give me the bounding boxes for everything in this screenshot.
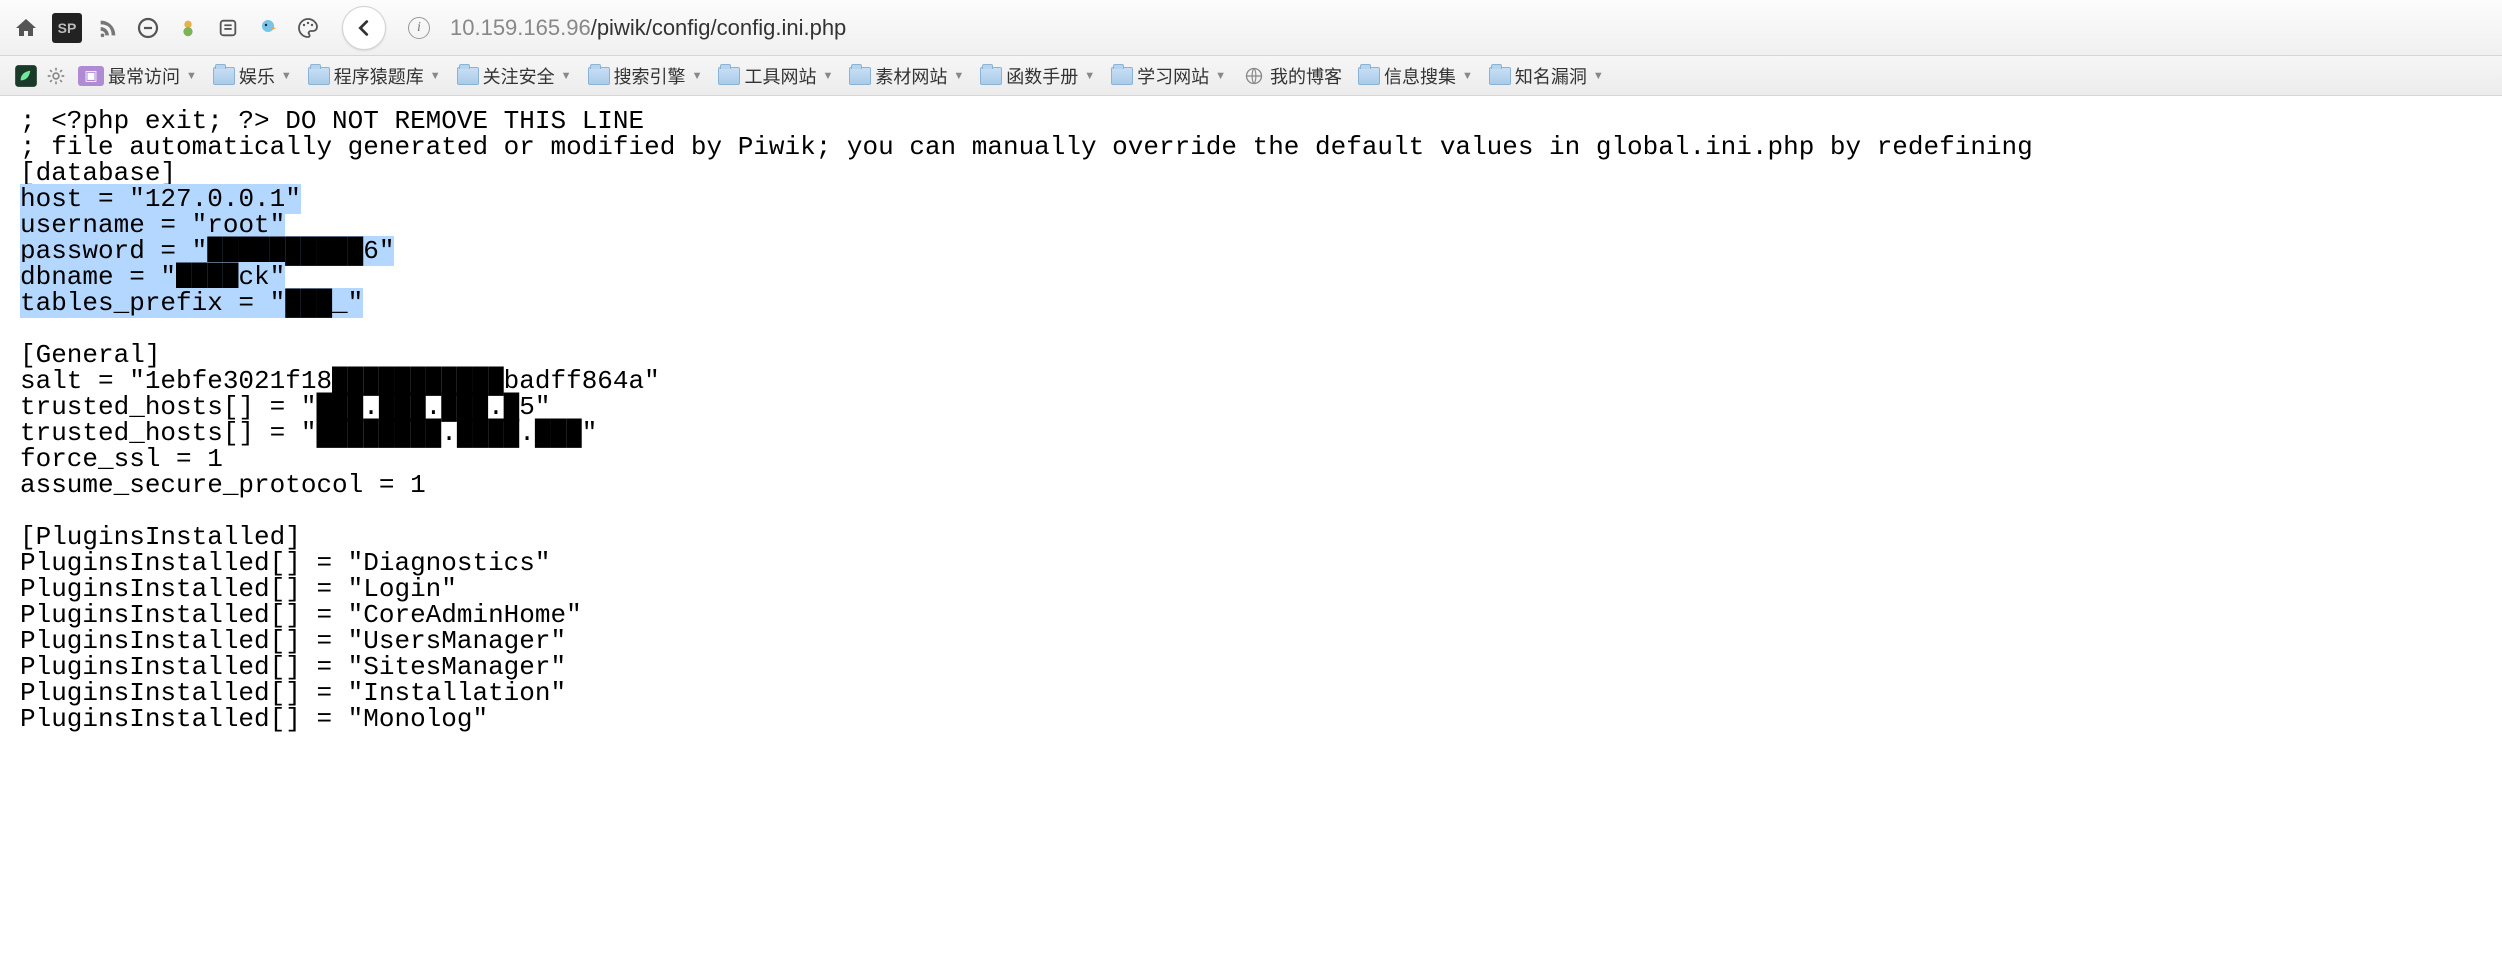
folder-icon xyxy=(588,67,610,85)
folder-icon xyxy=(1358,67,1380,85)
url-host: 10.159.165.96 xyxy=(450,15,591,40)
folder-icon xyxy=(1489,67,1511,85)
palette-icon[interactable] xyxy=(294,14,322,42)
bookmark-folder-security[interactable]: 关注安全 ▼ xyxy=(451,61,578,91)
folder-icon xyxy=(213,67,235,85)
url-path: /piwik/config/config.ini.php xyxy=(591,15,847,40)
duck-extension-icon[interactable] xyxy=(254,14,282,42)
config-end: " xyxy=(285,184,301,214)
chevron-down-icon: ▼ xyxy=(430,70,441,82)
bookmark-folder-search[interactable]: 搜索引擎 ▼ xyxy=(582,61,709,91)
config-line: PluginsInstalled[] = "Monolog" xyxy=(20,704,488,734)
rss-icon[interactable] xyxy=(94,14,122,42)
gear-icon[interactable] xyxy=(44,64,68,88)
bookmark-label: 工具网站 xyxy=(744,63,816,89)
app-leaf-icon[interactable] xyxy=(12,62,40,90)
config-key: tables_prefix = " xyxy=(20,288,285,318)
bookmark-folder-programmer[interactable]: 程序猿题库 ▼ xyxy=(302,61,447,91)
bookmark-my-blog[interactable]: 我的博客 xyxy=(1236,61,1348,91)
chevron-down-icon: ▼ xyxy=(692,70,703,82)
bookmark-folder-entertainment[interactable]: 娱乐 ▼ xyxy=(207,61,298,91)
bookmark-label: 知名漏洞 xyxy=(1515,63,1587,89)
folder-icon xyxy=(457,67,479,85)
site-info-icon[interactable]: i xyxy=(408,17,430,39)
globe-icon xyxy=(1242,64,1266,88)
folder-icon xyxy=(308,67,330,85)
bookmark-folder-manual[interactable]: 函数手册 ▼ xyxy=(974,61,1101,91)
bookmark-label: 我的博客 xyxy=(1270,63,1342,89)
stop-reload-icon[interactable] xyxy=(134,14,162,42)
back-button[interactable] xyxy=(342,6,386,50)
home-icon[interactable] xyxy=(12,14,40,42)
chevron-down-icon: ▼ xyxy=(561,70,572,82)
camera-icon: ▣ xyxy=(78,66,104,86)
bookmarks-toolbar: ▣ 最常访问 ▼ 娱乐 ▼ 程序猿题库 ▼ 关注安全 ▼ 搜索引擎 ▼ 工具网站 ▼ 素材… xyxy=(0,56,2502,96)
url-bar[interactable]: 10.159.165.96/piwik/config/config.ini.ph… xyxy=(450,15,2490,41)
bookmark-folder-tools[interactable]: 工具网站 ▼ xyxy=(712,61,839,91)
folder-icon xyxy=(849,67,871,85)
folder-icon xyxy=(1111,67,1133,85)
bookmark-label: 素材网站 xyxy=(875,63,947,89)
folder-icon xyxy=(718,67,740,85)
config-end: " xyxy=(379,236,395,266)
folder-icon xyxy=(980,67,1002,85)
bookmark-folder-assets[interactable]: 素材网站 ▼ xyxy=(843,61,970,91)
bookmark-label: 娱乐 xyxy=(239,63,275,89)
bookmark-label: 学习网站 xyxy=(1137,63,1209,89)
config-line: assume_secure_protocol = 1 xyxy=(20,470,426,500)
bookmark-folder-knownvuln[interactable]: 知名漏洞 ▼ xyxy=(1483,61,1610,91)
bookmark-label: 程序猿题库 xyxy=(334,63,424,89)
chevron-down-icon: ▼ xyxy=(1593,70,1604,82)
chevron-down-icon: ▼ xyxy=(1462,70,1473,82)
bookmark-label: 搜索引擎 xyxy=(614,63,686,89)
config-line: ; file automatically generated or modifi… xyxy=(20,132,2033,162)
bookmark-most-visited[interactable]: ▣ 最常访问 ▼ xyxy=(72,61,203,91)
chevron-down-icon: ▼ xyxy=(822,70,833,82)
page-content: ; <?php exit; ?> DO NOT REMOVE THIS LINE… xyxy=(0,96,2502,744)
bookmark-folder-study[interactable]: 学习网站 ▼ xyxy=(1105,61,1232,91)
bookmark-label: 最常访问 xyxy=(108,63,180,89)
config-end: " xyxy=(348,288,364,318)
browser-navigation-toolbar: SP i 10.159.165.96/piwik/config/config.i… xyxy=(0,0,2502,56)
bookmark-label: 信息搜集 xyxy=(1384,63,1456,89)
sp-extension-icon[interactable]: SP xyxy=(52,13,82,43)
bookmark-label: 函数手册 xyxy=(1006,63,1078,89)
config-value: ███_ xyxy=(285,288,347,318)
note-icon[interactable] xyxy=(214,14,242,42)
chevron-down-icon: ▼ xyxy=(1215,70,1226,82)
chevron-down-icon: ▼ xyxy=(1084,70,1095,82)
chevron-down-icon: ▼ xyxy=(953,70,964,82)
chevron-down-icon: ▼ xyxy=(281,70,292,82)
chevron-down-icon: ▼ xyxy=(186,70,197,82)
bug-extension-icon[interactable] xyxy=(174,14,202,42)
bookmark-folder-infocollect[interactable]: 信息搜集 ▼ xyxy=(1352,61,1479,91)
bookmark-label: 关注安全 xyxy=(483,63,555,89)
